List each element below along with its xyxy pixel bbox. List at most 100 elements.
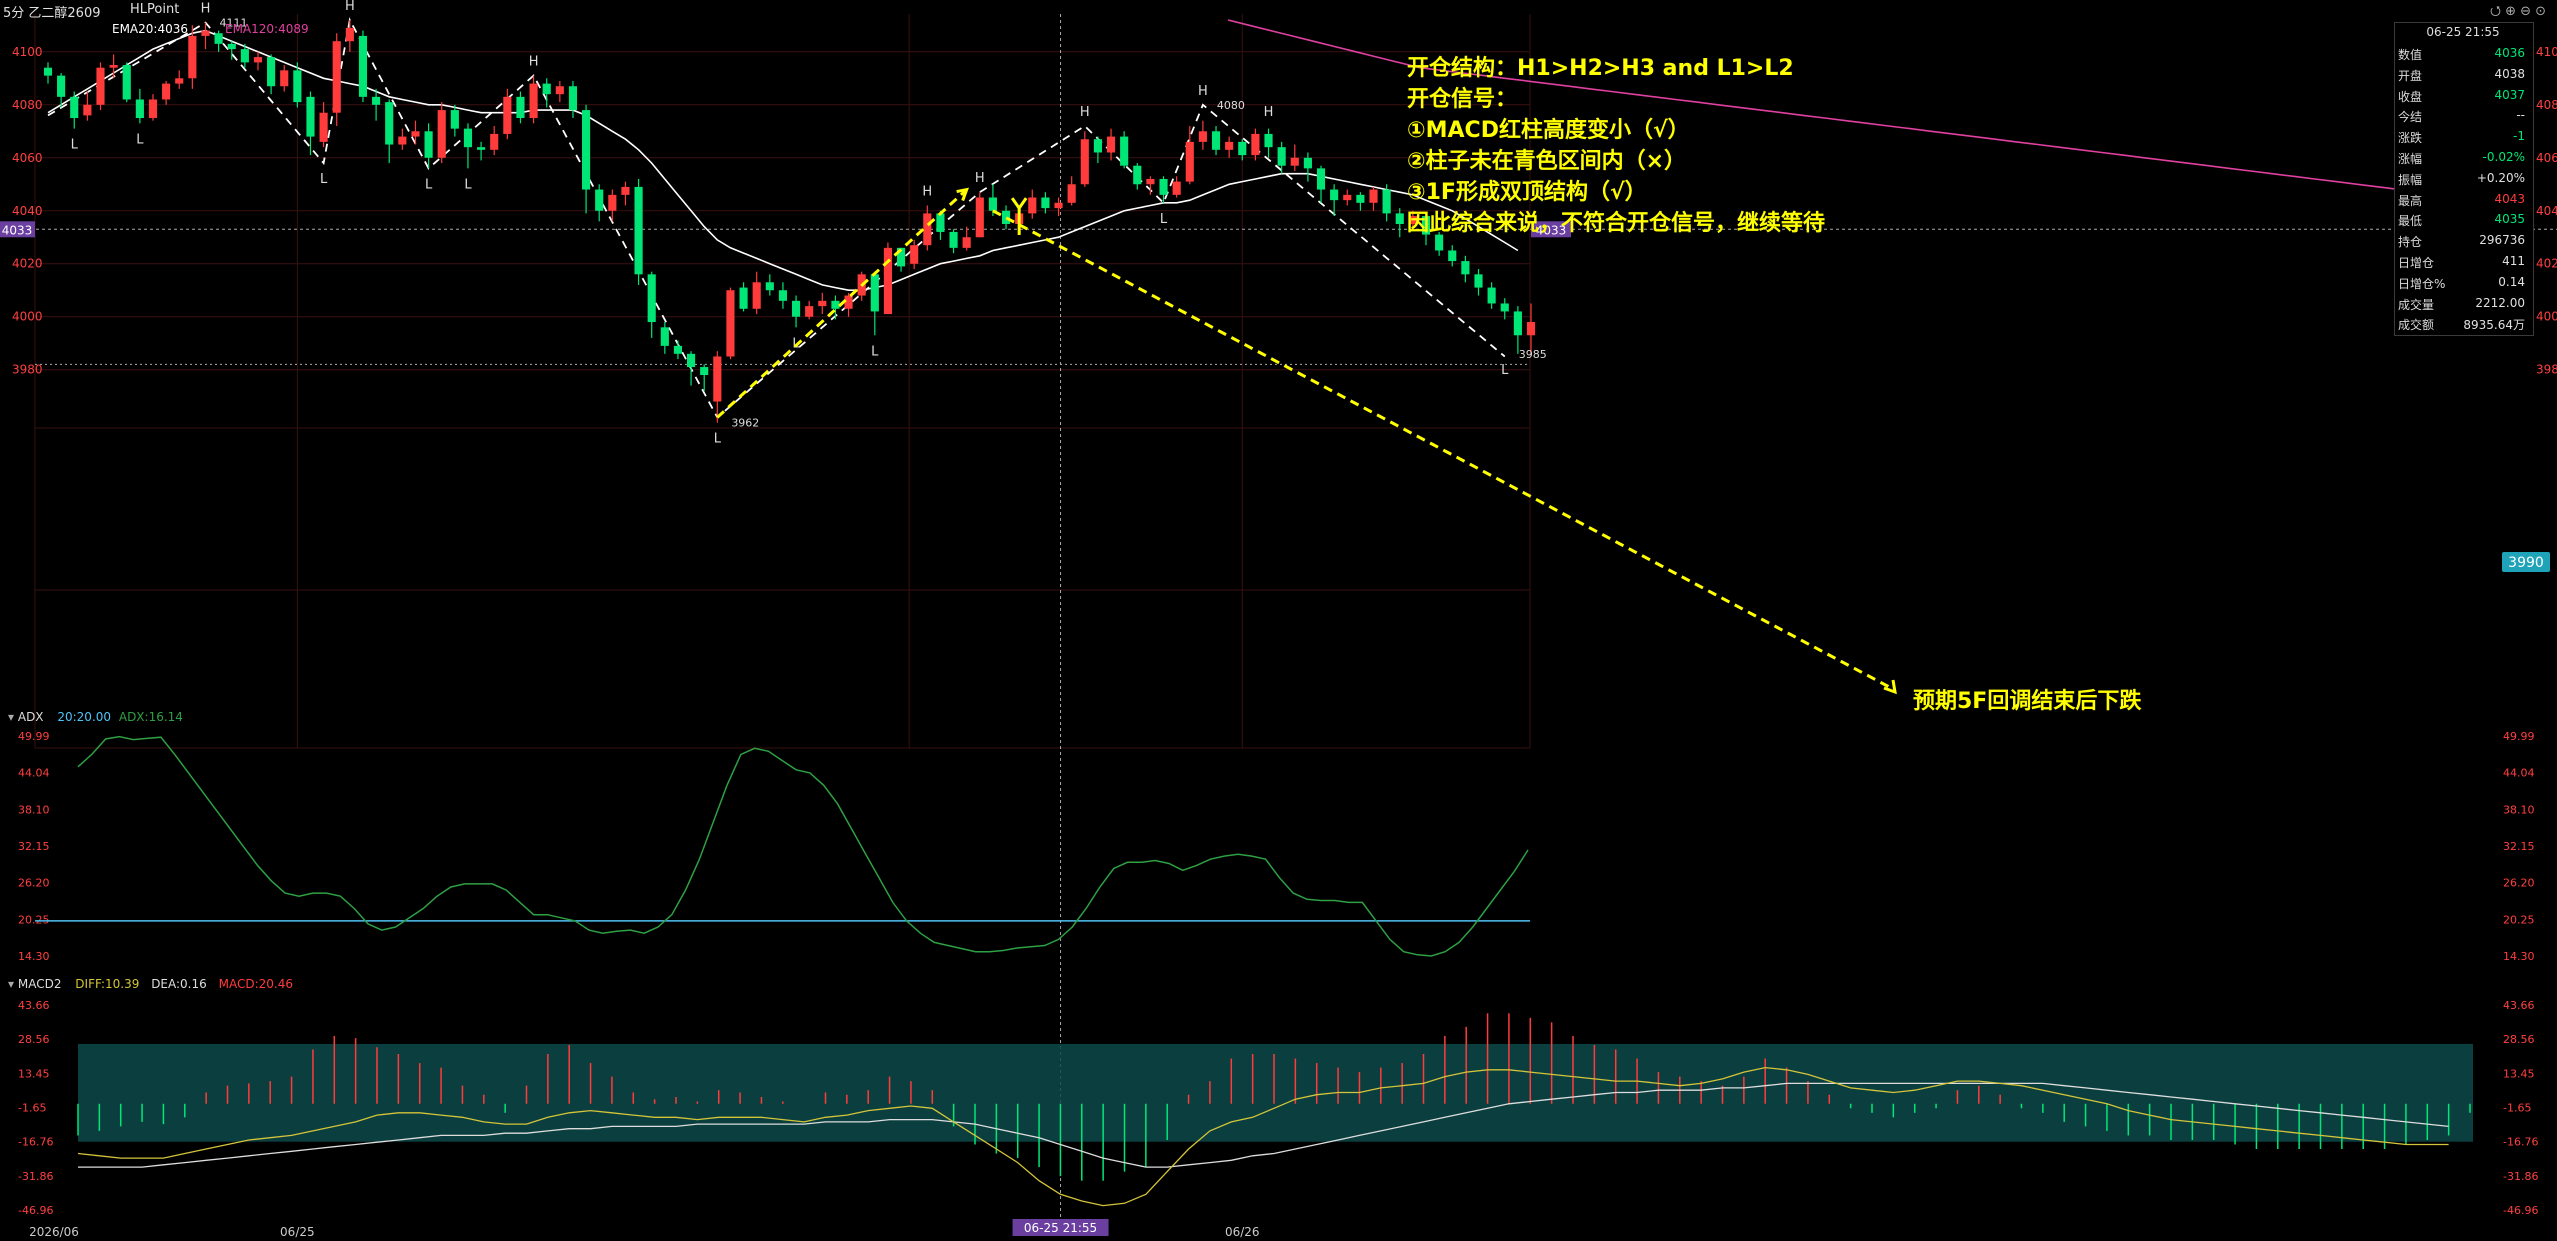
candle-body <box>687 353 696 368</box>
macd-tick-right: -1.65 <box>2503 1102 2531 1115</box>
kline-chart-canvas[interactable]: L LH4111LHL LHL3962LHLHHLH4080 HL3985 14.30… <box>0 0 2557 1241</box>
info-value: -1 <box>2513 129 2525 144</box>
candle-body <box>188 35 197 79</box>
candle-body <box>1500 303 1509 312</box>
pivot-label: L <box>425 177 433 192</box>
adx-tick-left: 20.25 <box>18 913 50 926</box>
candle-body <box>1054 202 1063 209</box>
info-row: 最高 4043 <box>2395 189 2531 209</box>
adx-tick-left: 26.20 <box>18 877 50 890</box>
macd-diff: DIFF:10.39 <box>75 977 140 991</box>
candle-body <box>227 43 236 50</box>
candle-body <box>1277 147 1286 166</box>
info-row: 日增仓 411 <box>2395 251 2531 271</box>
info-value: 4035 <box>2494 212 2525 227</box>
adx-tick-right: 14.30 <box>2503 950 2535 963</box>
candle-body <box>477 147 486 150</box>
candle-body <box>148 99 158 119</box>
info-row: 收盘 4037 <box>2395 85 2531 105</box>
candle-body <box>1316 168 1326 190</box>
chart-title: 5分 乙二醇2609 <box>3 6 101 21</box>
candle-body <box>319 112 328 142</box>
adx-collapse-icon[interactable]: ▾ <box>8 710 14 724</box>
pivot-label: H <box>345 0 355 14</box>
candle-body <box>883 247 892 315</box>
candle-body <box>910 245 919 264</box>
info-key: 涨跌 <box>2398 131 2423 146</box>
candle-body <box>162 83 171 100</box>
candle-body <box>1395 213 1404 224</box>
adx-tick-right: 44.04 <box>2503 767 2535 780</box>
candle-body <box>1028 197 1037 214</box>
info-row: 开盘 4038 <box>2395 64 2531 84</box>
candle-body <box>1343 194 1352 201</box>
last-price-value: 3990 <box>2508 555 2544 571</box>
annotation-line: ③1F形成双顶结构（√） <box>1407 180 1647 205</box>
candle-body <box>1461 261 1470 275</box>
candle-body <box>1474 274 1483 288</box>
price-tick-right: 4020 <box>2536 257 2557 271</box>
info-row: 成交额 8935.64万 <box>2395 313 2531 333</box>
candle-body <box>345 27 354 42</box>
adx-tick-left: 44.04 <box>18 767 50 780</box>
candle-body <box>1093 139 1102 153</box>
pivot-label: L <box>320 172 328 187</box>
x-axis-label: 06/26 <box>1225 1225 1260 1239</box>
candle-body <box>267 57 276 87</box>
candle-body <box>713 356 722 402</box>
info-key: 日增仓% <box>2398 276 2446 291</box>
candle-body <box>135 99 144 119</box>
pivot-label: L <box>464 177 472 192</box>
candle-body <box>109 65 118 68</box>
candle-body <box>1067 184 1076 203</box>
candle-body <box>791 300 801 317</box>
info-row: 涨跌 -1 <box>2395 126 2531 146</box>
candle-body <box>122 65 131 100</box>
info-value: 0.14 <box>2498 274 2525 289</box>
candle-body <box>621 186 630 195</box>
candle-body <box>1041 197 1050 209</box>
price-tick-right: 4100 <box>2536 45 2557 59</box>
strategy-annotation: 开仓结构：H1>H2>H3 and L1>L2 开仓信号： ①MACD红柱高度变… <box>1407 53 1825 239</box>
candle-body <box>398 136 407 145</box>
pivot-label: H <box>1264 105 1274 120</box>
candle-body <box>1146 178 1155 185</box>
annotation-line: ①MACD红柱高度变小（√） <box>1407 118 1690 143</box>
candle-body <box>1133 165 1142 185</box>
info-key: 振幅 <box>2398 172 2423 187</box>
candle-body <box>660 327 669 346</box>
adx-tick-right: 20.25 <box>2503 913 2535 926</box>
macd-header: ▾ MACD2 DIFF:10.39 DEA:0.16 MACD:20.46 <box>8 977 293 991</box>
price-tick-left: 4000 <box>12 310 43 324</box>
pivot-price-label: 3985 <box>1519 348 1547 361</box>
price-tick-left: 4100 <box>12 45 43 59</box>
info-key: 数值 <box>2398 48 2423 62</box>
candle-body <box>608 194 617 211</box>
pivot-label: H <box>201 2 211 17</box>
candle-body <box>1172 181 1181 195</box>
candle-body <box>1120 136 1129 166</box>
info-value: -0.02% <box>2482 150 2525 164</box>
macd-tick-left: -46.96 <box>18 1204 53 1217</box>
price-tick-right: 4040 <box>2536 204 2557 218</box>
candle-body <box>175 78 184 84</box>
candle-body <box>870 274 879 312</box>
candle-body <box>385 102 394 145</box>
adx-tick-right: 38.10 <box>2503 803 2535 816</box>
info-key: 最低 <box>2398 214 2423 229</box>
candle-body <box>70 96 79 119</box>
candle-body <box>411 131 420 137</box>
candle-body <box>949 231 958 248</box>
candle-body <box>1159 178 1168 195</box>
macd-collapse-icon[interactable]: ▾ <box>8 977 14 991</box>
candle-body <box>962 237 971 248</box>
info-key: 收盘 <box>2398 89 2423 104</box>
adx-tick-right: 26.20 <box>2503 877 2535 890</box>
candle-body <box>372 96 381 105</box>
macd-tick-right: -31.86 <box>2503 1170 2538 1183</box>
annotation-line: 因此综合来说，不符合开仓信号，继续等待 <box>1407 211 1826 236</box>
candle-body <box>1080 139 1089 185</box>
info-row: 持仓 296736 <box>2395 230 2531 250</box>
pivot-label: H <box>975 171 985 186</box>
pivot-label: H <box>1198 84 1208 99</box>
